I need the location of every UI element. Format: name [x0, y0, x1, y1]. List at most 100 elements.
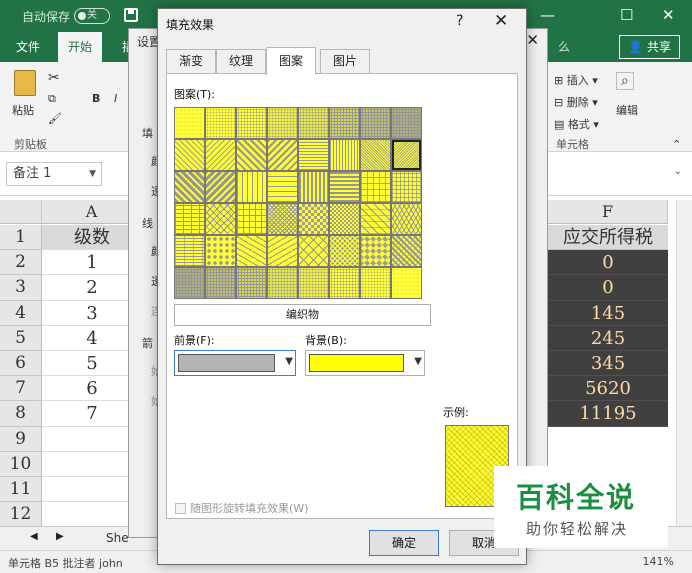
cell-f[interactable]: 0 [548, 275, 668, 301]
pattern-swatch[interactable] [267, 107, 298, 139]
pattern-swatch[interactable] [298, 235, 329, 267]
pattern-swatch[interactable] [391, 107, 422, 139]
pattern-swatch[interactable] [391, 171, 422, 203]
tab-picture[interactable]: 图片 [320, 49, 371, 73]
pattern-swatch[interactable] [205, 203, 236, 235]
pattern-swatch[interactable] [329, 235, 360, 267]
checkbox-box[interactable] [175, 503, 186, 514]
row-header[interactable]: 9 [0, 426, 42, 452]
column-header-f[interactable]: F [548, 200, 668, 224]
format-cells-button[interactable]: ▤ 格式 ▾ [554, 116, 599, 132]
pattern-swatch[interactable] [391, 267, 422, 299]
pattern-swatch[interactable] [329, 107, 360, 139]
close-icon[interactable]: ✕ [494, 11, 508, 31]
maximize-icon[interactable]: ☐ [620, 6, 633, 24]
pattern-swatch[interactable] [236, 267, 267, 299]
cell-f[interactable]: 345 [548, 351, 668, 377]
tab-texture[interactable]: 纹理 [216, 49, 267, 73]
copy-icon[interactable]: ⧉ [48, 92, 56, 106]
pattern-swatch[interactable] [205, 139, 236, 171]
pattern-swatch[interactable] [174, 235, 205, 267]
pattern-swatch[interactable] [174, 171, 205, 203]
pattern-swatch[interactable] [360, 235, 391, 267]
delete-cells-button[interactable]: ⊟ 删除 ▾ [554, 94, 598, 110]
background-color-dropdown[interactable]: ▼ [305, 350, 425, 376]
cell-f[interactable]: 245 [548, 325, 668, 351]
cell-a[interactable] [42, 477, 142, 503]
window-close-icon[interactable]: ✕ [662, 6, 675, 24]
edit-button[interactable]: 编辑 [616, 102, 638, 118]
pattern-swatch[interactable] [391, 139, 422, 171]
vertical-scrollbar[interactable] [676, 200, 692, 526]
pattern-swatch[interactable] [174, 203, 205, 235]
cell-a[interactable]: 3 [42, 301, 142, 326]
pattern-swatch[interactable] [267, 235, 298, 267]
format-painter-icon[interactable]: 🖌 [48, 112, 62, 125]
row-header[interactable]: 10 [0, 451, 42, 477]
cell-a[interactable]: 2 [42, 275, 142, 301]
pattern-swatch[interactable] [298, 107, 329, 139]
cell-f[interactable]: 应交所得税 [548, 225, 668, 251]
pattern-swatch[interactable] [205, 267, 236, 299]
pattern-swatch[interactable] [236, 203, 267, 235]
cell-a[interactable]: 级数 [42, 225, 142, 251]
row-header[interactable]: 8 [0, 401, 42, 427]
row-header[interactable]: 12 [0, 502, 42, 528]
italic-button[interactable]: I [114, 92, 117, 105]
bold-button[interactable]: B [92, 92, 100, 105]
save-icon[interactable] [124, 8, 138, 22]
pattern-swatch[interactable] [236, 139, 267, 171]
pattern-swatch[interactable] [360, 203, 391, 235]
pattern-swatch[interactable] [391, 235, 422, 267]
cell-a[interactable]: 7 [42, 401, 142, 427]
pattern-swatch[interactable] [205, 235, 236, 267]
cell-f[interactable]: 0 [548, 250, 668, 276]
row-header[interactable]: 4 [0, 300, 42, 326]
pattern-swatch[interactable] [267, 139, 298, 171]
cell-a[interactable] [42, 427, 142, 452]
search-icon[interactable]: ⌕ [616, 72, 634, 90]
pattern-swatch[interactable] [329, 171, 360, 203]
pattern-swatch[interactable] [267, 203, 298, 235]
pattern-swatch[interactable] [236, 171, 267, 203]
select-all-corner[interactable] [0, 200, 42, 224]
pattern-swatch[interactable] [236, 235, 267, 267]
cut-icon[interactable]: ✂ [48, 70, 60, 86]
pattern-swatch[interactable] [267, 171, 298, 203]
share-button[interactable]: 👤 共享 [619, 35, 680, 59]
tab-gradient[interactable]: 渐变 [166, 49, 217, 73]
tab-file[interactable]: 文件 [6, 32, 50, 62]
row-header[interactable]: 1 [0, 225, 42, 251]
pattern-swatch[interactable] [360, 267, 391, 299]
back-dialog-close-icon[interactable]: ✕ [526, 31, 539, 49]
paste-icon[interactable] [14, 70, 36, 96]
pattern-swatch[interactable] [329, 267, 360, 299]
scroll-sheets-right-icon[interactable]: ▶ [56, 531, 64, 542]
row-header[interactable]: 6 [0, 351, 42, 377]
pattern-swatch[interactable] [174, 267, 205, 299]
column-header-a[interactable]: A [42, 200, 142, 224]
pattern-swatch[interactable] [298, 203, 329, 235]
cell-a[interactable]: 6 [42, 376, 142, 402]
name-box[interactable]: 备注 1 ▼ [6, 162, 102, 186]
pattern-swatch[interactable] [329, 203, 360, 235]
rotate-with-shape-checkbox[interactable]: 随图形旋转填充效果(W) [175, 500, 308, 516]
tell-me-partial[interactable]: 么 [548, 32, 580, 62]
cell-f[interactable]: 5620 [548, 376, 668, 402]
pattern-swatch[interactable] [391, 203, 422, 235]
pattern-swatch[interactable] [205, 171, 236, 203]
tab-home[interactable]: 开始 [58, 32, 103, 62]
help-icon[interactable]: ? [456, 13, 463, 29]
tab-pattern[interactable]: 图案 [266, 47, 317, 75]
pattern-swatch[interactable] [298, 171, 329, 203]
cell-f[interactable]: 11195 [548, 401, 668, 427]
cell-f[interactable]: 145 [548, 300, 668, 326]
cell-a[interactable]: 1 [42, 250, 142, 276]
pattern-swatch[interactable] [360, 107, 391, 139]
cell-a[interactable] [42, 502, 142, 528]
row-header[interactable]: 11 [0, 477, 42, 503]
expand-formula-icon[interactable]: ⌄ [674, 166, 682, 177]
pattern-swatch[interactable] [298, 139, 329, 171]
row-header[interactable]: 2 [0, 250, 42, 276]
pattern-swatch[interactable] [267, 267, 298, 299]
